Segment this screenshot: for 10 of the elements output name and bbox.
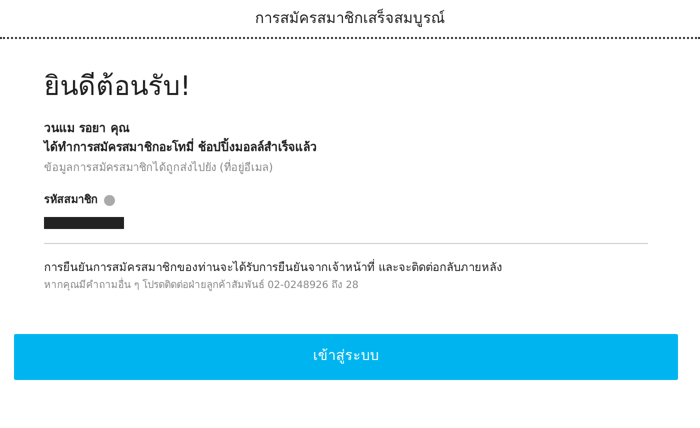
email-note: ข้อมูลการสมัครสมาชิกได้ถูกส่งไปยัง (ที่อยู่อีเมล) (44, 160, 274, 176)
login-button[interactable]: เข้าสู่ระบบ (14, 334, 678, 380)
confirmation-text: การยืนยันการสมัครสมาชิกของท่านจะได้รับการยืนยันจากเจ้าหน้าที่ และจะติดต่อกลับภายหลัง (44, 258, 504, 276)
contact-note: หากคุณมีคำถามอื่น ๆ โปรดติดต่อฝ่ายลูกค้าสัมพันธ์ 02-0248926 ถึง 28 (44, 278, 360, 293)
welcome-heading: ยินดีต้อนรับ! (44, 70, 192, 104)
page-title: การสมัครสมาชิกเสร็จสมบูรณ์ (255, 8, 445, 30)
info-icon[interactable] (104, 194, 115, 206)
success-message: ได้ทำการสมัครสมาชิกอะโทมี่ ช้อปปิ้งมอลล์สำเร็จแล้ว (44, 137, 648, 157)
member-id-label: รหัสสมาชิก (44, 192, 98, 208)
member-name: วนแม รอยา คุณ (44, 120, 130, 137)
